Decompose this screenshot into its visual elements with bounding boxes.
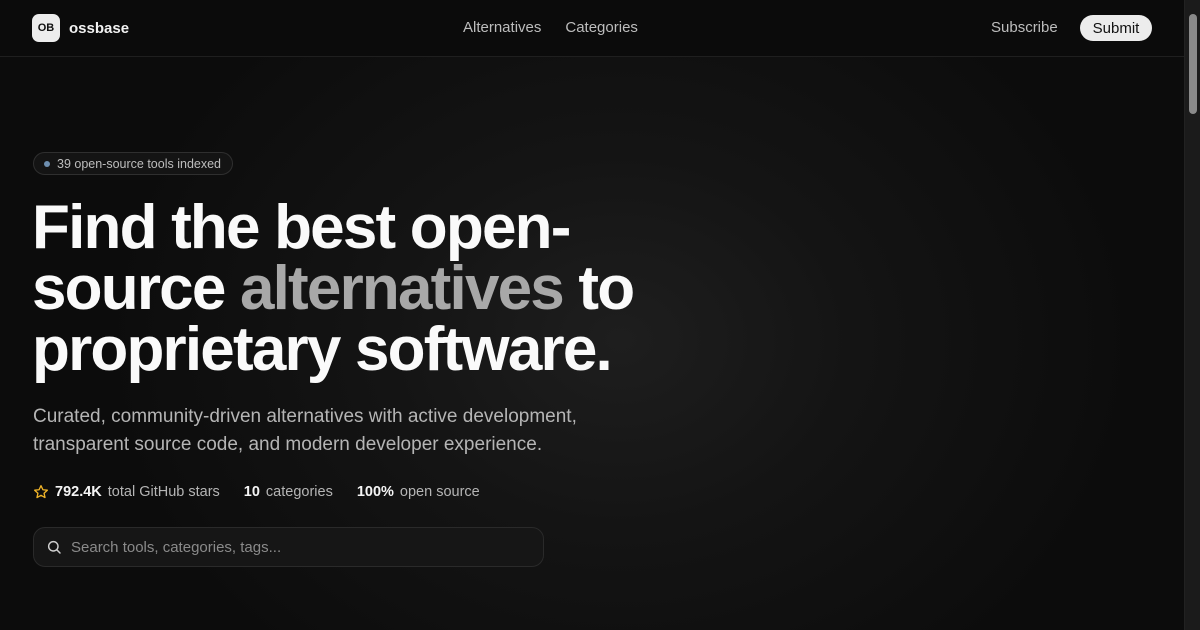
search-icon	[46, 539, 62, 555]
page-scrollbar[interactable]	[1184, 0, 1200, 630]
stat-value: 100%	[356, 484, 394, 500]
stat-label: open source	[399, 484, 480, 500]
top-navbar: OB ossbase Alternatives Categories Subsc…	[0, 0, 1184, 57]
stat-open-source: 100% open source	[357, 484, 480, 500]
nav-link-categories[interactable]: Categories	[565, 19, 638, 36]
nav-link-alternatives[interactable]: Alternatives	[463, 19, 541, 36]
stat-label: total GitHub stars	[107, 484, 220, 500]
status-dot-icon	[44, 160, 50, 167]
logo-badge: OB	[32, 14, 60, 42]
hero-headline: Find the best open-source alternatives t…	[32, 197, 712, 381]
stat-categories: 10 categories	[244, 484, 333, 500]
stat-label: categories	[265, 484, 333, 500]
search-bar[interactable]	[33, 527, 544, 567]
subscribe-link[interactable]: Subscribe	[991, 19, 1058, 36]
tools-count-text: 39 open-source tools indexed	[57, 156, 222, 171]
main-nav: Alternatives Categories	[463, 19, 638, 36]
star-icon	[33, 484, 49, 500]
tools-count-badge: 39 open-source tools indexed	[33, 152, 234, 175]
logo-text: ossbase	[69, 19, 130, 37]
hero-subtitle: Curated, community-driven alternatives w…	[33, 406, 577, 455]
headline-highlight: alternatives	[239, 254, 565, 323]
stat-value: 10	[243, 484, 260, 500]
stat-value: 792.4K	[55, 484, 102, 500]
brand-logo[interactable]: OB ossbase	[32, 14, 129, 42]
submit-button[interactable]: Submit	[1080, 15, 1152, 41]
scrollbar-thumb[interactable]	[1189, 14, 1197, 114]
search-input[interactable]	[71, 538, 511, 556]
page: OB ossbase Alternatives Categories Subsc…	[0, 0, 1184, 630]
stats-row: 792.4K total GitHub stars 10 categories …	[33, 484, 504, 500]
stat-github-stars: 792.4K total GitHub stars	[33, 484, 220, 500]
